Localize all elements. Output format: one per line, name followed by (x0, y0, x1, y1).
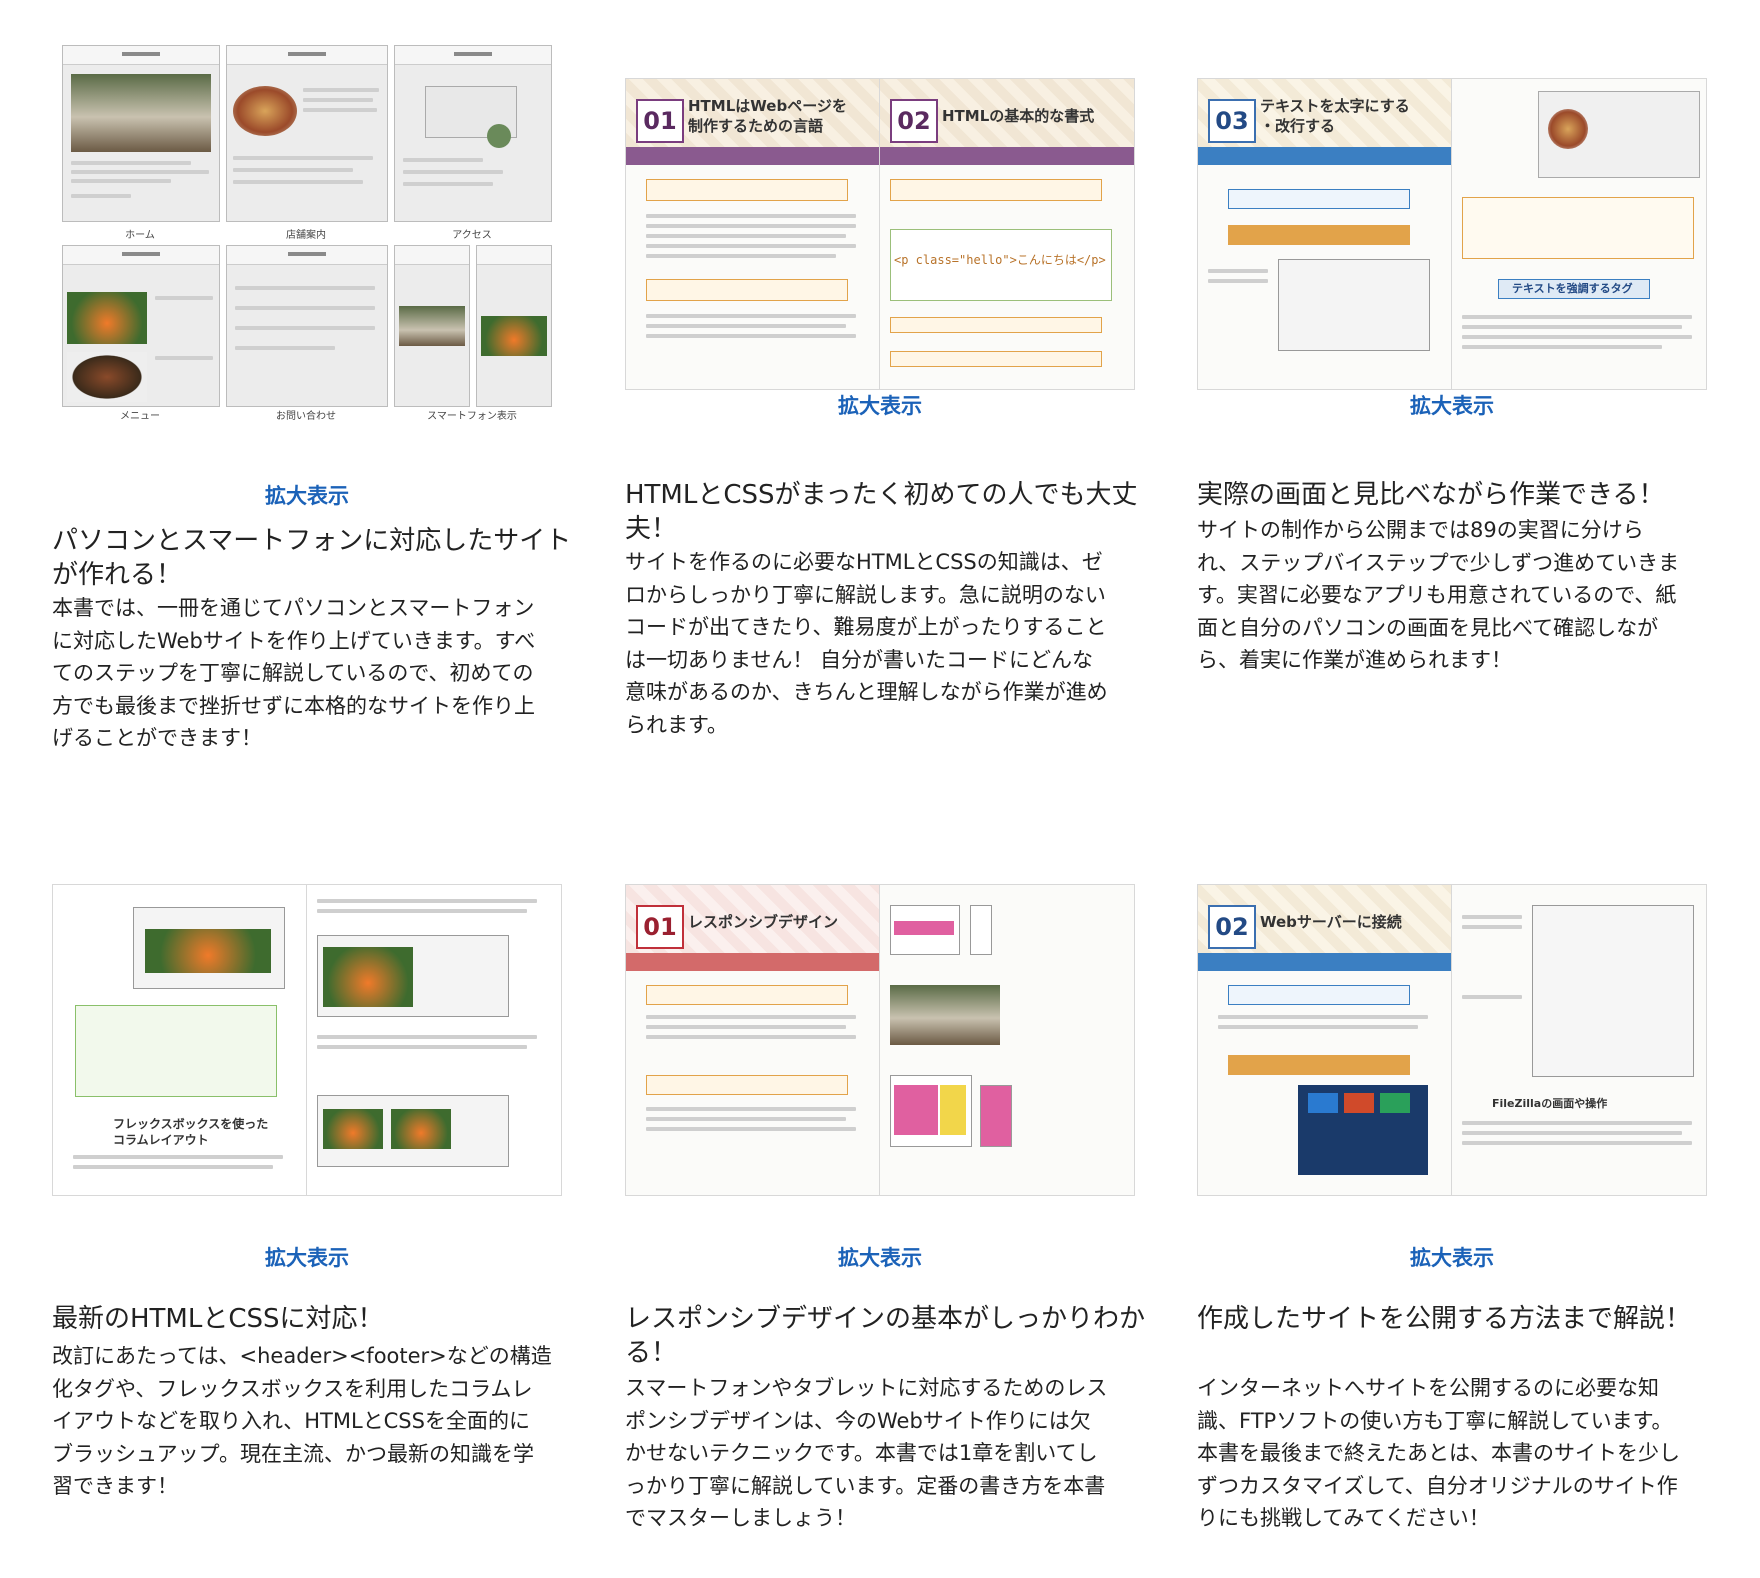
site-screen-menu (62, 245, 220, 407)
feature-text-5: スマートフォンやタブレットに対応するためのレス ポンシブデザインは、今のWebサ… (625, 1376, 1108, 1530)
page-right: 02 HTMLの基本的な書式 <p class="hello">こんにちは</p… (879, 78, 1135, 390)
page-right: FileZillaの画面や操作 (1451, 884, 1707, 1196)
chapter-number-03: 03 (1208, 99, 1256, 143)
chapter-title-03-line2: ・改行する (1260, 117, 1336, 135)
chapter-title-01-line2: 制作するための言語 (688, 117, 824, 135)
feature-text-4: 改訂にあたっては、<header><footer>などの構造 化タグや、フレック… (52, 1344, 552, 1498)
zoom-link-1[interactable]: 拡大表示 (52, 480, 562, 510)
page-right (306, 884, 562, 1196)
feature-text-3: サイトの制作から公開までは89の実習に分けら れ、ステップバイステップで少しずつ… (1197, 518, 1680, 672)
thumbnail-chapter-01-02[interactable]: 01 HTMLはWebページを 制作するための言語 02 HTMLの基本的な書式… (625, 78, 1135, 390)
thumbnail-flexbox[interactable]: フレックスボックスを使った コラムレイアウト (52, 884, 562, 1196)
page-right: テキストを強調するタグ (1451, 78, 1707, 390)
chapter-title-01-line1: HTMLはWebページを (688, 97, 847, 115)
site-screen-shop (226, 45, 388, 222)
feature-text-2: サイトを作るのに必要なHTMLとCSSの知識は、ゼ ロからしっかり丁寧に解説しま… (625, 550, 1108, 737)
chapter-title-02: HTMLの基本的な書式 (942, 107, 1095, 125)
page-left: 02 Webサーバーに接続 (1197, 884, 1453, 1196)
site-screen-smartphone-1 (394, 245, 470, 407)
site-screen-home (62, 45, 220, 222)
feature-text-6: インターネットへサイトを公開するのに必要な知 識、FTPソフトの使い方も丁寧に解… (1197, 1376, 1680, 1530)
zoom-link-5[interactable]: 拡大表示 (625, 1242, 1135, 1272)
chapter-number-01: 01 (636, 99, 684, 143)
code-sample: <p class="hello">こんにちは</p> (894, 253, 1106, 267)
caption-access: アクセス (452, 230, 492, 241)
chapter-number-02: 02 (1208, 905, 1256, 949)
chapter-title-03-line1: テキストを太字にする (1260, 97, 1410, 115)
column-heading: テキストを強調するタグ (1512, 282, 1633, 295)
feature-title-3: 実際の画面と見比べながら作業できる！ (1197, 480, 1665, 510)
site-screen-contact (226, 245, 388, 407)
caption-home: ホーム (125, 230, 155, 241)
column-heading-line1: フレックスボックスを使った (113, 1117, 269, 1131)
page-left: 01 HTMLはWebページを 制作するための言語 (625, 78, 881, 390)
chapter-title-responsive: レスポンシブデザイン (688, 913, 839, 931)
zoom-link-4[interactable]: 拡大表示 (52, 1242, 562, 1272)
caption-contact: お問い合わせ (276, 411, 336, 422)
thumbnail-chapter-03[interactable]: 03 テキストを太字にする ・改行する テキストを強調するタグ (1197, 78, 1707, 390)
page-left: 01 レスポンシブデザイン (625, 884, 881, 1196)
caption-menu: メニュー (120, 411, 160, 422)
feature-title-5: レスポンシブデザインの基本がしっかりわかる！ (625, 1304, 1146, 1368)
thumbnail-responsive[interactable]: 01 レスポンシブデザイン (625, 884, 1135, 1196)
site-screen-access (394, 45, 552, 222)
feature-title-2: HTMLとCSSがまったく初めての人でも大丈夫！ (625, 480, 1138, 544)
column-heading: FileZillaの画面や操作 (1492, 1097, 1608, 1110)
zoom-link-2[interactable]: 拡大表示 (625, 390, 1135, 420)
feature-title-4: 最新のHTMLとCSSに対応！ (52, 1304, 384, 1334)
thumbnail-site-screens[interactable]: ホーム 店舗案内 アクセス メニュー お問い合わせ スマートフォン表示 (52, 40, 562, 422)
feature-title-1: パソコンとスマートフォンに対応したサイトが作れる！ (52, 526, 572, 590)
site-screen-smartphone-2 (476, 245, 552, 407)
zoom-link-3[interactable]: 拡大表示 (1197, 390, 1707, 420)
zoom-link-6[interactable]: 拡大表示 (1197, 1242, 1707, 1272)
column-heading-line2: コラムレイアウト (113, 1133, 209, 1147)
page-right (879, 884, 1135, 1196)
chapter-title-web-server: Webサーバーに接続 (1260, 913, 1402, 931)
chapter-number-02: 02 (890, 99, 938, 143)
caption-smartphone: スマートフォン表示 (427, 411, 517, 422)
chapter-number-01: 01 (636, 905, 684, 949)
thumbnail-web-server[interactable]: 02 Webサーバーに接続 FileZillaの画面や操作 (1197, 884, 1707, 1196)
feature-title-6: 作成したサイトを公開する方法まで解説！ (1197, 1304, 1692, 1334)
feature-text-1: 本書では、一冊を通じてパソコンとスマートフォン に対応したWebサイトを作り上げ… (52, 596, 536, 750)
page-left: 03 テキストを太字にする ・改行する (1197, 78, 1453, 390)
caption-shop: 店舗案内 (286, 230, 326, 241)
page-left: フレックスボックスを使った コラムレイアウト (52, 884, 308, 1196)
